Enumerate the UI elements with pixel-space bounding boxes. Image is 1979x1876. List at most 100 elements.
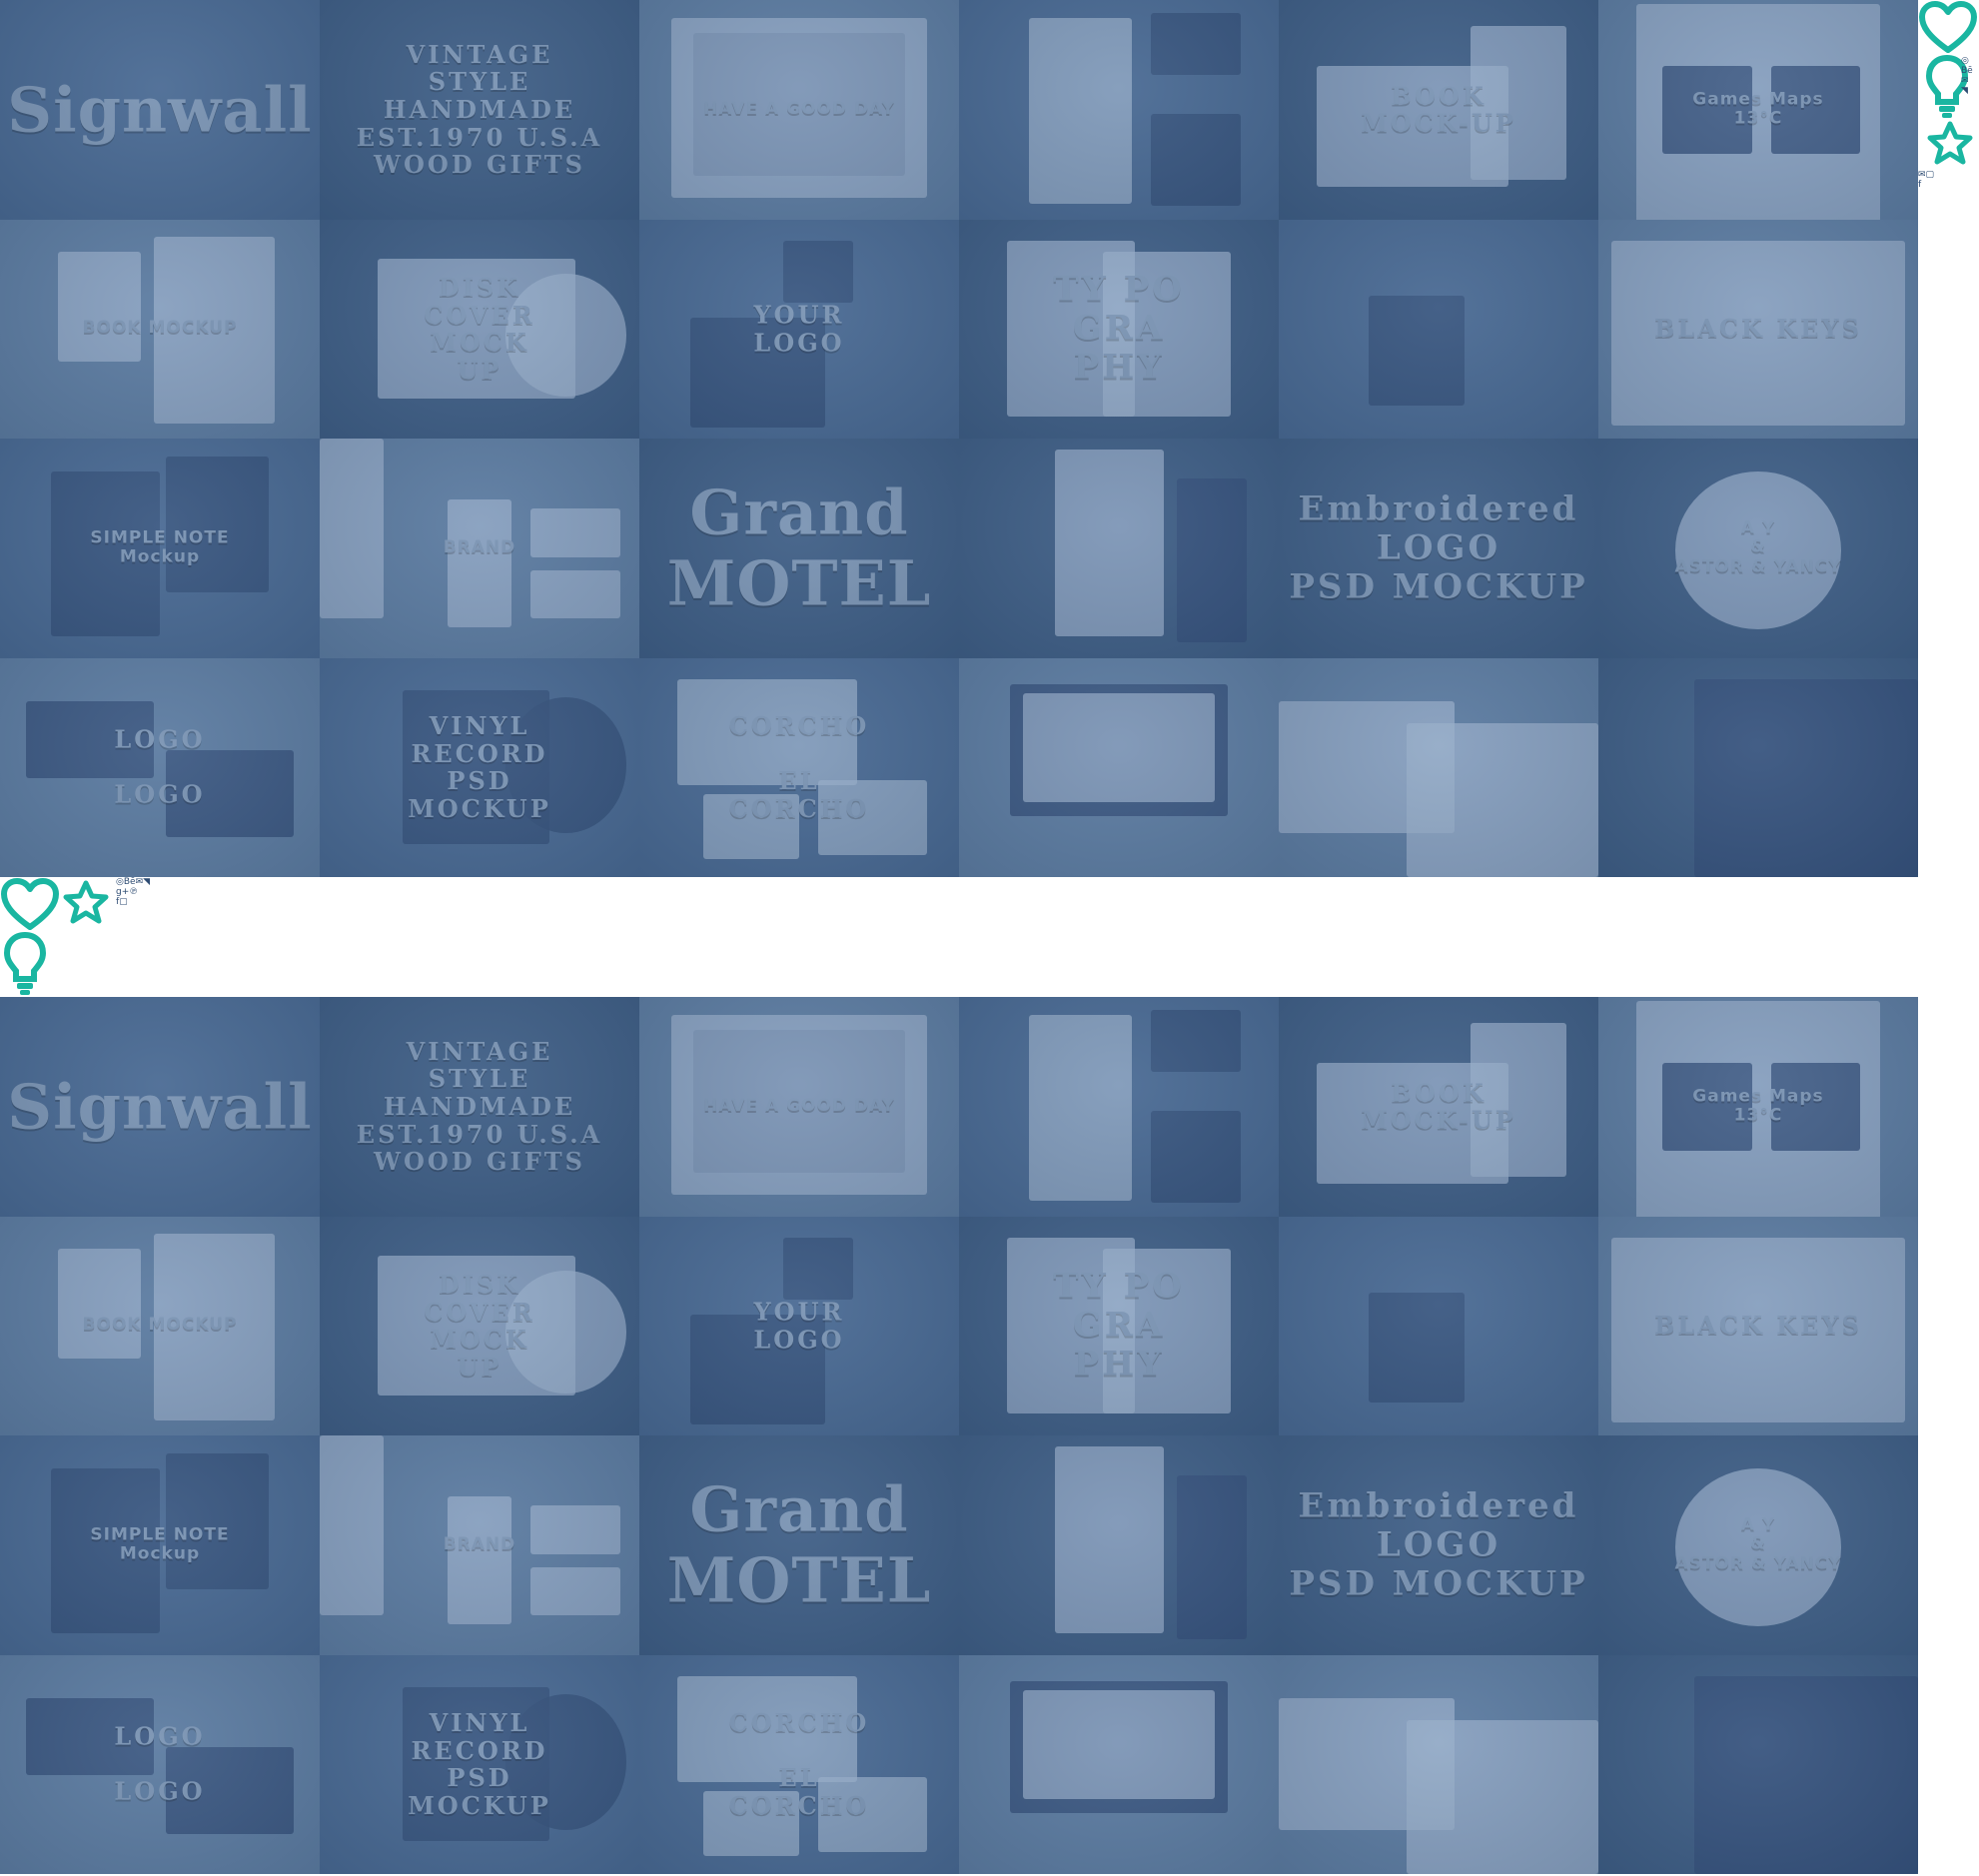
mockup-title: DISK COVER MOCK UP: [424, 273, 535, 385]
email-icon[interactable]: ✉: [1961, 76, 1969, 86]
icon-cluster-top: ◎ Bē ✉ ◥ ✉▢ f: [1918, 0, 1979, 200]
mockup-tile[interactable]: DISK COVER MOCK UP: [320, 1216, 639, 1435]
mockup-thumbnail-shape: [530, 569, 620, 618]
mockup-thumbnail-shape: [1023, 1689, 1215, 1800]
mockup-title: Signwall: [7, 1070, 313, 1144]
mockup-tile[interactable]: [959, 439, 1279, 658]
mockup-tile[interactable]: [1279, 219, 1598, 439]
mockup-title: SIMPLE NOTE Mockup: [90, 527, 230, 567]
dribbble-icon[interactable]: ◎: [1961, 56, 1969, 66]
lightbulb-icon[interactable]: [2, 931, 48, 995]
mockup-tile[interactable]: YOUR LOGO: [639, 219, 959, 439]
email-icon[interactable]: ✉: [1918, 170, 1926, 180]
instagram-icon[interactable]: ▢: [1926, 170, 1935, 180]
mockup-tile[interactable]: HAVE A GOOD DAY: [639, 997, 959, 1217]
mockup-tile[interactable]: LOGO LOGO: [0, 1654, 320, 1874]
google-plus-icon[interactable]: g+: [116, 887, 129, 897]
mockup-thumbnail-shape: [57, 1249, 141, 1360]
mockup-tile[interactable]: VINTAGE STYLE HANDMADE EST.1970 U.S.A WO…: [320, 0, 639, 220]
icon-cluster-middle: ◎Bē✉◥ g+℗ f▢: [0, 877, 180, 997]
mockup-thumbnail-shape: [1151, 13, 1241, 75]
mockup-tile[interactable]: A Y & ASTOR & YANCY: [1598, 439, 1918, 658]
mockup-thumbnail-shape: [1029, 17, 1132, 205]
heart-icon[interactable]: [1918, 0, 1978, 56]
mockup-tile[interactable]: BOOK MOCKUP: [0, 219, 320, 439]
mockup-title: DISK COVER MOCK UP: [424, 1270, 535, 1382]
behance-icon[interactable]: Bē: [124, 877, 136, 887]
mockup-tile[interactable]: YOUR LOGO: [639, 1216, 959, 1435]
mockup-tile[interactable]: TY PO GRA PHY: [959, 219, 1279, 439]
mockup-tile[interactable]: [1279, 657, 1598, 877]
mockup-thumbnail-shape: [1151, 1010, 1241, 1072]
mockup-tile[interactable]: [959, 997, 1279, 1217]
mockup-title: HAVE A GOOD DAY: [703, 98, 895, 119]
mockup-tile[interactable]: BRAND: [320, 439, 639, 658]
mockup-thumbnail-shape: [320, 1435, 384, 1615]
mockup-tile[interactable]: CORCHO EL CORCHO: [639, 657, 959, 877]
mockup-tile[interactable]: [1279, 1216, 1598, 1435]
mockup-tile[interactable]: [1598, 657, 1918, 877]
mockup-title: VINTAGE STYLE HANDMADE EST.1970 U.S.A WO…: [356, 39, 603, 180]
mockup-tile[interactable]: Embroidered LOGO PSD MOCKUP: [1279, 439, 1598, 658]
mockup-tile[interactable]: HAVE A GOOD DAY: [639, 0, 959, 220]
email-icon[interactable]: ✉: [136, 877, 144, 887]
mockup-tile[interactable]: VINYL RECORD PSD MOCKUP: [320, 1654, 639, 1874]
heart-icon[interactable]: [0, 877, 60, 933]
mockup-tile[interactable]: BOOK MOCK-UP: [1279, 997, 1598, 1217]
mockup-tile[interactable]: LOGO LOGO: [0, 657, 320, 877]
pinterest-icon[interactable]: ℗: [129, 887, 138, 897]
mockup-tile[interactable]: [959, 0, 1279, 220]
mockup-title: Embroidered LOGO PSD MOCKUP: [1289, 488, 1588, 607]
mockup-title: BRAND: [443, 1533, 516, 1554]
mockup-title: HAVE A GOOD DAY: [703, 1095, 895, 1116]
mockup-tile[interactable]: [1279, 1654, 1598, 1874]
mockup-tile[interactable]: A Y & ASTOR & YANCY: [1598, 1435, 1918, 1655]
mockup-tile[interactable]: [959, 1435, 1279, 1655]
mockup-title: YOUR LOGO: [753, 300, 845, 358]
star-icon[interactable]: [62, 879, 110, 925]
mockup-tile[interactable]: VINTAGE STYLE HANDMADE EST.1970 U.S.A WO…: [320, 997, 639, 1217]
mockup-thumbnail-shape: [783, 241, 854, 303]
mockup-tile[interactable]: TY PO GRA PHY: [959, 1216, 1279, 1435]
mockup-tile[interactable]: Games Maps 13°C: [1598, 0, 1918, 220]
mockup-tile[interactable]: BLACK KEYS: [1598, 219, 1918, 439]
mockup-tile[interactable]: Grand MOTEL: [639, 439, 959, 658]
mockup-tile[interactable]: BLACK KEYS: [1598, 1216, 1918, 1435]
mockup-thumbnail-shape: [1176, 1474, 1247, 1640]
mockup-tile[interactable]: Grand MOTEL: [639, 1435, 959, 1655]
mockup-tile[interactable]: Signwall: [0, 0, 320, 220]
mockup-title: CORCHO EL CORCHO: [728, 1708, 870, 1820]
mockup-title: BOOK MOCK-UP: [1361, 1078, 1516, 1135]
mockup-tile[interactable]: CORCHO EL CORCHO: [639, 1654, 959, 1874]
mockup-thumbnail-shape: [1029, 1014, 1132, 1202]
mockup-tile[interactable]: Embroidered LOGO PSD MOCKUP: [1279, 1435, 1598, 1655]
twitter-icon[interactable]: ◥: [1961, 86, 1968, 96]
mockup-tile[interactable]: Games Maps 13°C: [1598, 997, 1918, 1217]
mockup-thumbnail-shape: [530, 1566, 620, 1615]
behance-icon[interactable]: Bē: [1961, 66, 1973, 76]
mockup-title: BLACK KEYS: [1654, 1311, 1862, 1341]
mockup-tile[interactable]: SIMPLE NOTE Mockup: [0, 439, 320, 658]
mockup-tile[interactable]: [1598, 1654, 1918, 1874]
instagram-icon[interactable]: ▢: [119, 897, 128, 907]
mockup-thumbnail-shape: [1368, 1293, 1465, 1404]
mockup-title: A Y & ASTOR & YANCY: [1674, 1514, 1842, 1574]
mockup-tile[interactable]: [959, 657, 1279, 877]
twitter-icon[interactable]: ◥: [143, 877, 150, 887]
mockup-tile[interactable]: BOOK MOCKUP: [0, 1216, 320, 1435]
dribbble-icon[interactable]: ◎: [116, 877, 124, 887]
mockup-tile[interactable]: SIMPLE NOTE Mockup: [0, 1435, 320, 1655]
mockup-tile[interactable]: [959, 1654, 1279, 1874]
mockup-title: BOOK MOCK-UP: [1361, 81, 1516, 138]
mockup-title: Embroidered LOGO PSD MOCKUP: [1289, 1485, 1588, 1604]
facebook-icon[interactable]: f: [1918, 180, 1921, 190]
mockup-tile[interactable]: Signwall: [0, 997, 320, 1217]
mockup-thumbnail-shape: [783, 1238, 854, 1300]
mockup-title: SIMPLE NOTE Mockup: [90, 1524, 230, 1564]
star-icon[interactable]: [1926, 120, 1974, 166]
mockup-thumbnail-shape: [1368, 296, 1465, 407]
mockup-tile[interactable]: DISK COVER MOCK UP: [320, 219, 639, 439]
mockup-tile[interactable]: BOOK MOCK-UP: [1279, 0, 1598, 220]
mockup-tile[interactable]: VINYL RECORD PSD MOCKUP: [320, 657, 639, 877]
mockup-tile[interactable]: BRAND: [320, 1435, 639, 1655]
